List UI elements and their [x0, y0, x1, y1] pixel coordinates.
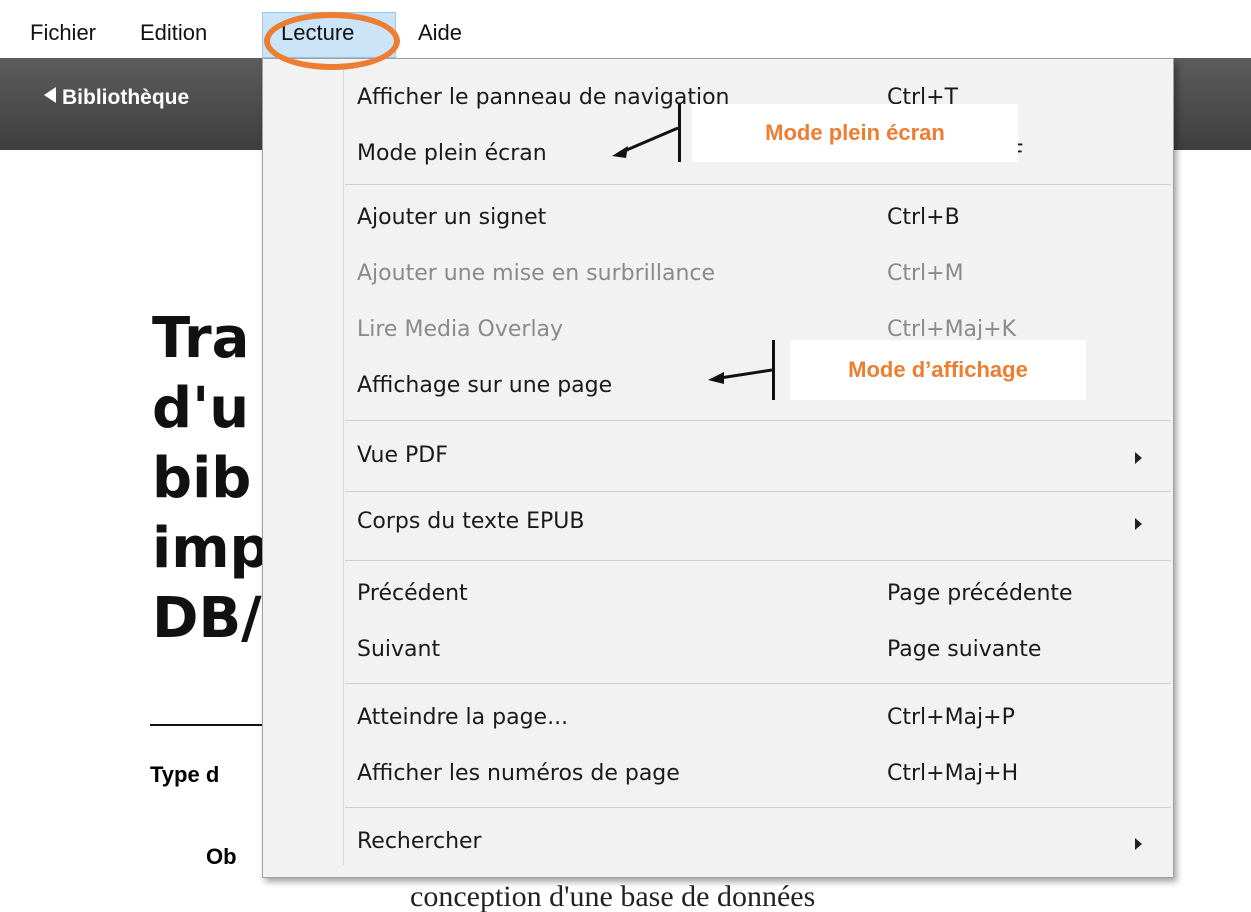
arrow-fullscreen [621, 126, 679, 154]
arrow-display-mode [719, 368, 773, 380]
annotation-arrows [612, 126, 773, 384]
arrow-head-icon [612, 146, 628, 158]
arrow-head-icon [708, 372, 724, 384]
